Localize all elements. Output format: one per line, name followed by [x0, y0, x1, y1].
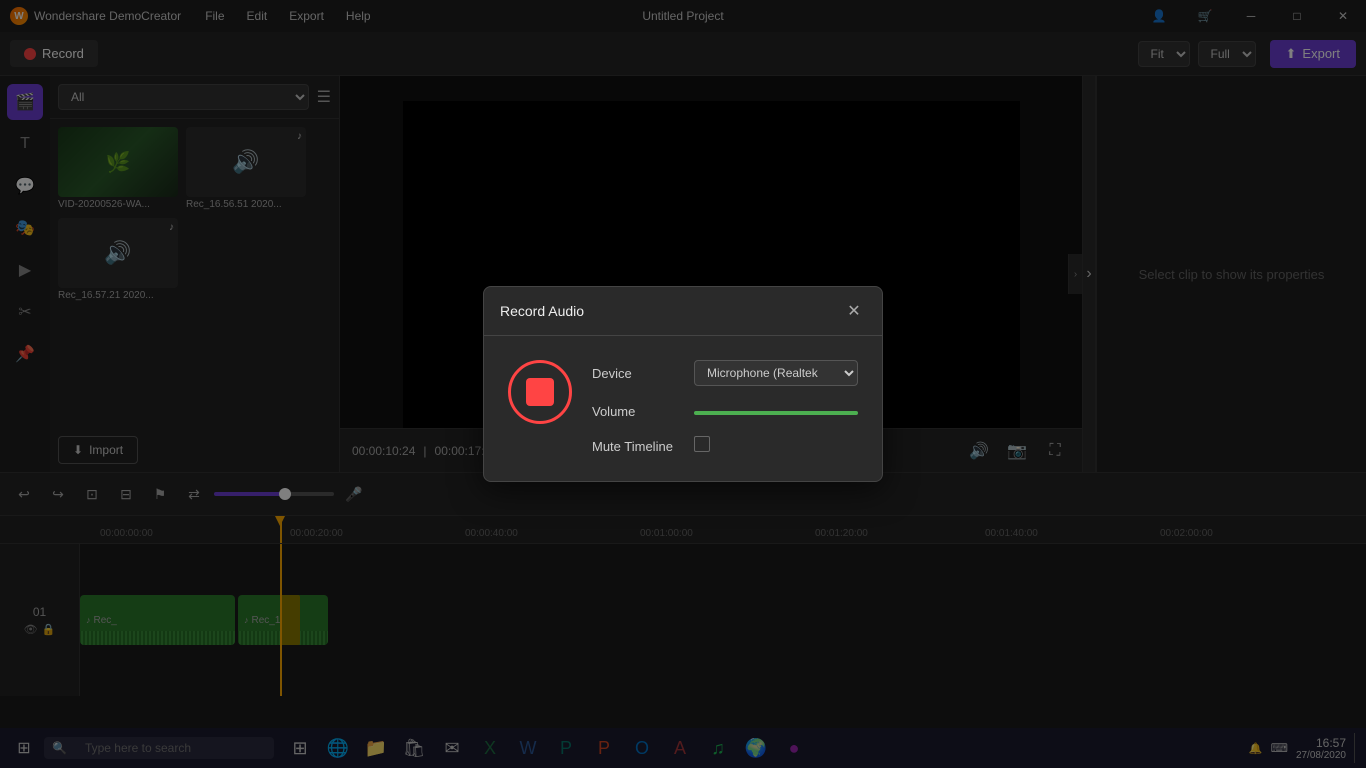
record-audio-dialog: Record Audio ✕ Device Microphone (Realte… [483, 286, 883, 482]
mute-timeline-field: Mute Timeline [592, 436, 858, 457]
modal-close-button[interactable]: ✕ [842, 299, 866, 323]
volume-control [694, 402, 858, 420]
device-control: Microphone (Realtek [694, 360, 858, 386]
record-circle-button[interactable] [508, 360, 572, 424]
modal-overlay: Record Audio ✕ Device Microphone (Realte… [0, 0, 1366, 768]
volume-slider[interactable] [694, 411, 858, 415]
modal-header: Record Audio ✕ [484, 287, 882, 336]
mute-control [694, 436, 858, 457]
device-field: Device Microphone (Realtek [592, 360, 858, 386]
volume-field: Volume [592, 402, 858, 420]
mute-timeline-label: Mute Timeline [592, 439, 682, 454]
volume-label: Volume [592, 404, 682, 419]
device-label: Device [592, 366, 682, 381]
device-select[interactable]: Microphone (Realtek [694, 360, 858, 386]
modal-fields: Device Microphone (Realtek Volume [592, 360, 858, 457]
modal-title: Record Audio [500, 303, 584, 319]
mute-checkbox[interactable] [694, 436, 710, 452]
modal-body: Device Microphone (Realtek Volume [484, 336, 882, 481]
record-square-icon [526, 378, 554, 406]
